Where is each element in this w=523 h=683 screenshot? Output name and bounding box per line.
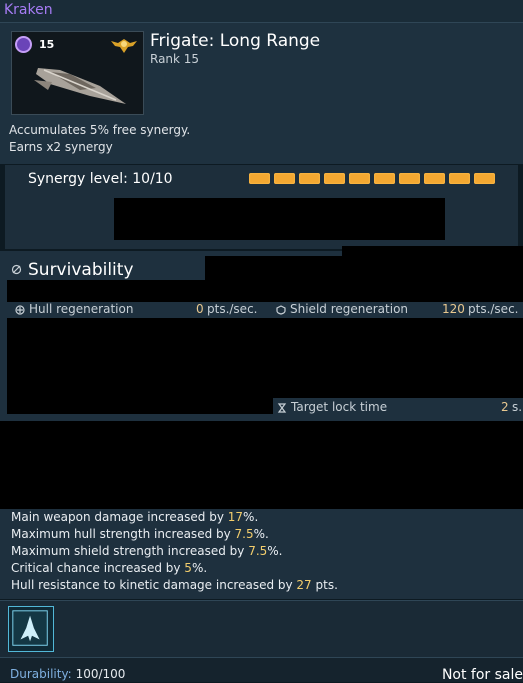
- target-lock-unit: s.: [512, 400, 523, 414]
- bonus-line: Main weapon damage increased by 17%.: [11, 509, 338, 526]
- target-lock-label: Target lock time: [291, 400, 388, 414]
- ship-description: Accumulates 5% free synergy. Earns x2 sy…: [9, 122, 190, 156]
- survivability-title: Survivability: [28, 260, 134, 280]
- target-lock-value: 2: [501, 400, 509, 414]
- shield-regen-label: Shield regeneration: [290, 302, 409, 316]
- shield-regen-icon: [276, 305, 286, 315]
- survivability-icon: [11, 264, 22, 275]
- synergy-label: Synergy level: 10/10: [28, 171, 173, 187]
- bonus-text: Maximum hull strength increased by: [11, 527, 235, 541]
- rank-number: 15: [39, 38, 55, 51]
- redacted-block: [7, 280, 523, 302]
- bonus-value: 7.5: [248, 544, 268, 558]
- bonus-value: 27: [296, 578, 312, 592]
- module-slot[interactable]: [8, 606, 54, 652]
- wings-emblem-icon: [111, 39, 137, 53]
- bonus-suffix: %.: [267, 544, 283, 558]
- frigate-ship-icon: [34, 68, 126, 104]
- bonuses-panel: Main weapon damage increased by 17%. Maxi…: [0, 509, 523, 599]
- synergy-pip: [449, 173, 470, 184]
- bonus-value: 17: [227, 510, 244, 524]
- bonus-value: 7.5: [234, 527, 254, 541]
- ship-rank: Rank 15: [150, 52, 200, 66]
- synergy-pip: [424, 173, 445, 184]
- footer: Durability: 100/100 Not for sale: [0, 657, 523, 683]
- redacted-block: [0, 421, 523, 509]
- shield-regen-unit: pts./sec.: [468, 302, 519, 316]
- synergy-pip: [324, 173, 345, 184]
- target-lock-icon: [277, 403, 287, 413]
- bonus-line: Critical chance increased by 5%.: [11, 560, 338, 577]
- ship-portrait: 15: [11, 31, 144, 115]
- description-line: Earns x2 synergy: [9, 140, 113, 154]
- durability-label: Durability:: [10, 667, 72, 681]
- synergy-pip: [349, 173, 370, 184]
- bonus-line: Maximum shield strength increased by 7.5…: [11, 543, 338, 560]
- bonus-text: Hull resistance to kinetic damage increa…: [11, 578, 297, 592]
- module-panel: [0, 600, 523, 657]
- synergy-pip: [399, 173, 420, 184]
- ship-name: Frigate: Long Range: [150, 31, 321, 51]
- rank-badge-icon: [15, 36, 32, 53]
- synergy-pip: [274, 173, 295, 184]
- hull-regen-unit: pts./sec.: [207, 302, 258, 316]
- description-line: Accumulates 5% free synergy.: [9, 123, 191, 137]
- bonus-line: Maximum hull strength increased by 7.5%.: [11, 526, 338, 543]
- synergy-pip: [249, 173, 270, 184]
- bonus-text: Main weapon damage increased by: [11, 510, 228, 524]
- shield-regen-value: 120: [442, 302, 465, 316]
- redacted-block: [7, 398, 273, 414]
- durability: Durability: 100/100: [10, 667, 125, 681]
- hull-regen-value: 0: [196, 302, 204, 316]
- synergy-pip: [474, 173, 495, 184]
- bonus-list: Main weapon damage increased by 17%. Maxi…: [11, 509, 338, 594]
- durability-value: 100/100: [75, 667, 126, 681]
- synergy-pip: [374, 173, 395, 184]
- synergy-bar: [249, 173, 495, 184]
- bonus-text: Critical chance increased by: [11, 561, 185, 575]
- title-bar: Kraken: [0, 0, 523, 23]
- redacted-block: [7, 318, 523, 398]
- ship-header: 15 Frigate: Long Range Rank 15 Accumulat…: [0, 23, 523, 164]
- bonus-suffix: %.: [253, 527, 269, 541]
- ship-module-icon: [12, 610, 48, 646]
- bonus-value: 5: [184, 561, 192, 575]
- synergy-pip: [299, 173, 320, 184]
- hull-regen-label: Hull regeneration: [29, 302, 134, 316]
- bonus-text: Maximum shield strength increased by: [11, 544, 249, 558]
- bonus-line: Hull resistance to kinetic damage increa…: [11, 577, 338, 594]
- bonus-suffix: %.: [191, 561, 208, 575]
- redacted-block: [114, 198, 445, 240]
- window-title: Kraken: [4, 2, 53, 18]
- bonus-suffix: pts.: [311, 578, 338, 592]
- bonus-suffix: %.: [243, 510, 259, 524]
- hull-regen-icon: [15, 305, 25, 315]
- redacted-block: [342, 246, 523, 260]
